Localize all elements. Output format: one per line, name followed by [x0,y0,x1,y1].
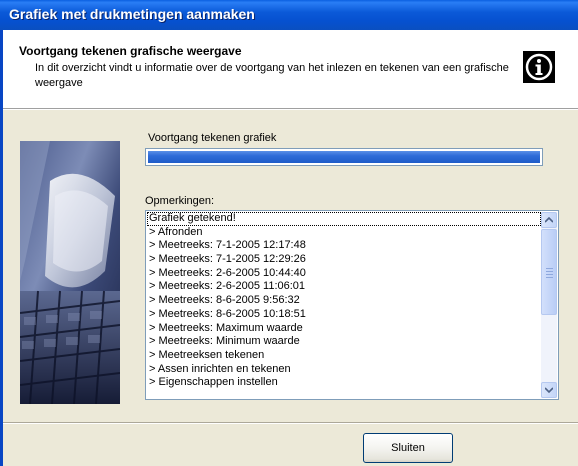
chevron-down-icon [545,387,553,393]
title-bar[interactable]: Grafiek met drukmetingen aanmaken [0,0,578,30]
window-title: Grafiek met drukmetingen aanmaken [9,6,255,22]
remarks-label: Opmerkingen: [145,195,215,207]
remarks-list: Grafiek getekend! > Afronden > Meetreeks: … [147,212,541,390]
header-separator [3,109,578,110]
header-title: Voortgang tekenen grafische weergave [19,44,242,58]
list-item[interactable]: > Meetreeks: 2-6-2005 10:44:40 [147,267,541,281]
list-item[interactable]: Grafiek getekend! [147,212,541,226]
list-item[interactable]: > Afronden [147,226,541,240]
progress-bar [145,148,543,166]
list-item[interactable]: > Meetreeks: 7-1-2005 12:17:48 [147,239,541,253]
wizard-header: Voortgang tekenen grafische weergave In … [3,30,578,109]
progress-bar-fill [148,151,540,163]
footer-separator-highlight [3,423,578,424]
list-item[interactable]: > Assen inrichten en tekenen [147,363,541,377]
scroll-up-button[interactable] [541,212,557,228]
scroll-thumb[interactable] [541,229,557,315]
chevron-up-icon [545,217,553,223]
header-description: In dit overzicht vindt u informatie over… [35,62,509,89]
list-item[interactable]: > Meetreeks: 8-6-2005 9:56:32 [147,294,541,308]
list-item[interactable]: > Meetreeks: Minimum waarde [147,335,541,349]
decorative-keyboard-image [20,141,120,404]
remarks-listbox[interactable]: Grafiek getekend! > Afronden > Meetreeks: … [145,210,559,400]
list-item[interactable]: > Meetreeks: 8-6-2005 10:18:51 [147,308,541,322]
list-item[interactable]: > Eigenschappen instellen [147,376,541,390]
scroll-down-button[interactable] [541,382,557,398]
close-button[interactable]: Sluiten [363,433,453,463]
progress-label: Voortgang tekenen grafiek [148,132,277,144]
info-icon [523,51,555,83]
list-item[interactable]: > Meetreeks: 7-1-2005 12:29:26 [147,253,541,267]
vertical-scrollbar[interactable] [541,212,557,398]
list-item[interactable]: > Meetreeks: 2-6-2005 11:06:01 [147,280,541,294]
list-item[interactable]: > Meetreeks: Maximum waarde [147,322,541,336]
list-item[interactable]: > Meetreeksen tekenen [147,349,541,363]
